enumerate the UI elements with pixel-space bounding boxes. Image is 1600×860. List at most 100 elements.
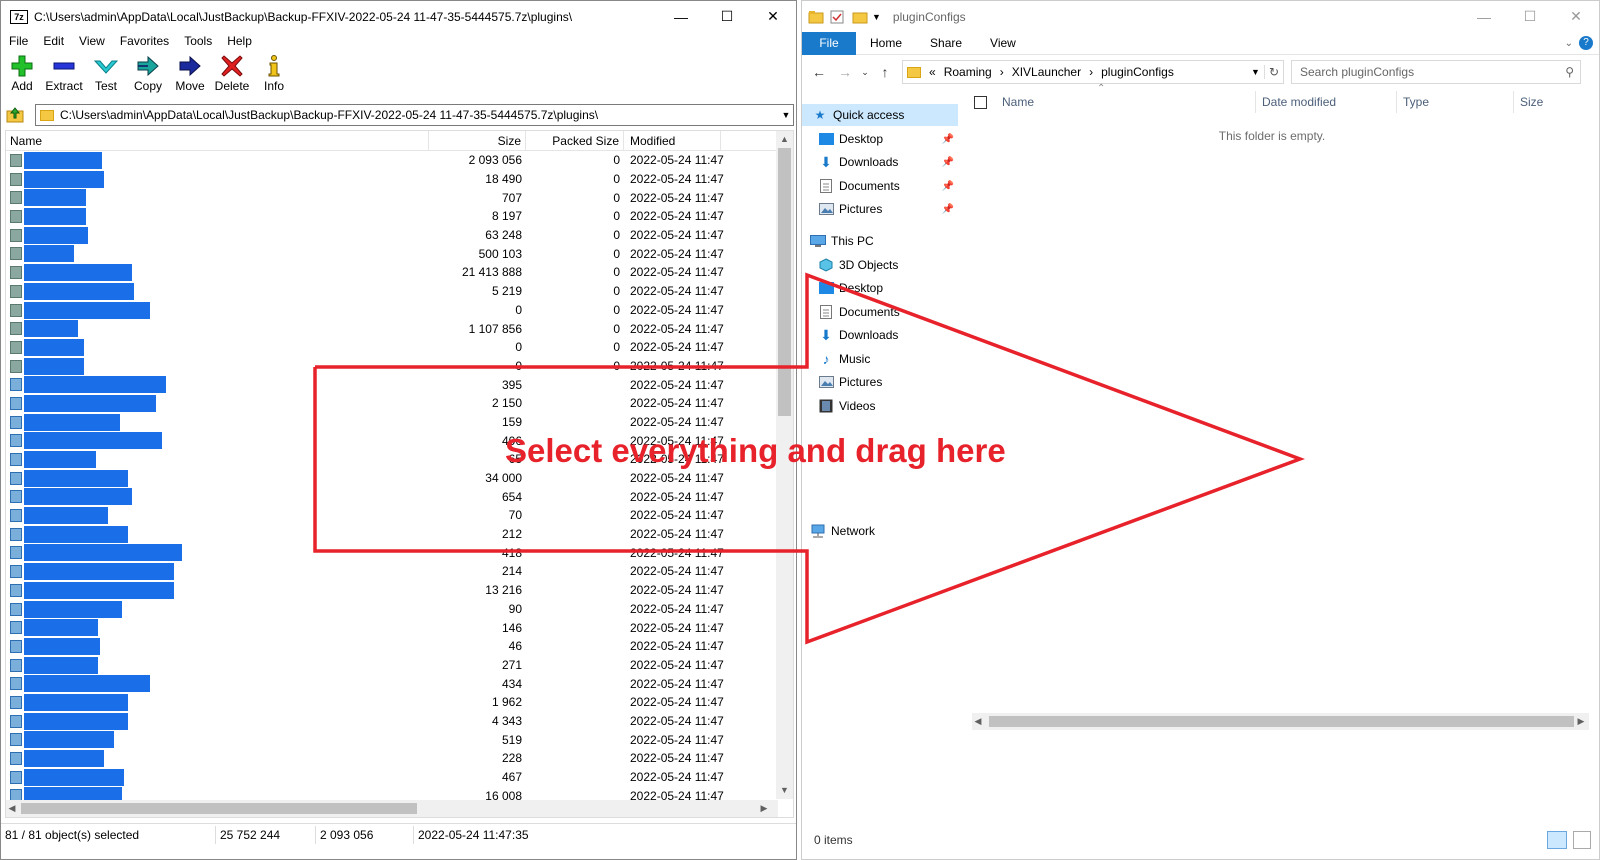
new-folder-icon[interactable] [852,10,868,24]
table-row[interactable]: 214 2022-05-24 11:47 [6,562,766,581]
pin-icon[interactable]: 📌 [942,204,954,215]
column-size[interactable]: Size [429,131,526,150]
scroll-thumb[interactable] [21,803,417,814]
file-list[interactable]: Name Size Packed Size Modified 2 093 056… [5,130,794,818]
recent-locations-icon[interactable]: ⌄ [858,67,872,78]
column-date-modified[interactable]: Date modified [1256,91,1397,113]
tab-home[interactable]: Home [856,36,916,50]
table-row[interactable]: 1 107 856 0 2022-05-24 11:47 [6,319,766,338]
scroll-thumb[interactable] [778,148,791,416]
scroll-right-icon[interactable]: ▶ [758,803,770,814]
delete-button[interactable]: Delete [211,53,253,101]
folder-up-icon[interactable] [5,105,25,125]
minimize-button[interactable]: — [1461,1,1507,32]
back-arrow-icon[interactable]: ← [806,64,832,80]
table-row[interactable]: 707 0 2022-05-24 11:47 [6,188,766,207]
table-row[interactable]: 90 2022-05-24 11:47 [6,600,766,619]
test-button[interactable]: Test [85,53,127,101]
scroll-down-icon[interactable]: ▼ [776,785,793,795]
column-packed-size[interactable]: Packed Size [526,131,624,150]
table-row[interactable]: 1 962 2022-05-24 11:47 [6,693,766,712]
table-row[interactable]: 467 2022-05-24 11:47 [6,768,766,787]
nav-3d-objects[interactable]: 3D Objects [818,254,898,276]
column-type[interactable]: Type [1397,91,1514,113]
nav-downloads[interactable]: ⬇ Downloads [818,324,898,346]
table-row[interactable]: 519 2022-05-24 11:47 [6,730,766,749]
nav-videos[interactable]: Videos [818,395,875,417]
pin-icon[interactable]: 📌 [942,157,954,168]
table-row[interactable]: 0 0 2022-05-24 11:47 [6,357,766,376]
nav-documents[interactable]: Documents [818,301,900,323]
table-row[interactable]: 159 2022-05-24 11:47 [6,413,766,432]
table-row[interactable]: 146 2022-05-24 11:47 [6,618,766,637]
address-field[interactable]: C:\Users\admin\AppData\Local\JustBackup\… [35,104,794,126]
table-row[interactable]: 63 248 0 2022-05-24 11:47 [6,226,766,245]
large-icons-view-icon[interactable] [1573,831,1591,849]
nav-quick-desktop[interactable]: Desktop 📌 [818,128,958,150]
table-row[interactable]: 46 2022-05-24 11:47 [6,637,766,656]
tab-view[interactable]: View [976,36,1030,50]
scroll-up-icon[interactable]: ▲ [776,134,793,144]
chevron-down-icon[interactable]: ⌄ [1565,38,1573,49]
column-modified[interactable]: Modified [624,131,721,150]
tab-share[interactable]: Share [916,36,976,50]
table-row[interactable]: 13 216 2022-05-24 11:47 [6,581,766,600]
table-row[interactable]: 212 2022-05-24 11:47 [6,525,766,544]
nav-network[interactable]: Network [810,520,875,542]
add-button[interactable]: Add [1,53,43,101]
table-row[interactable]: 34 000 2022-05-24 11:47 [6,469,766,488]
chevron-down-icon[interactable]: ▼ [779,110,793,120]
table-row[interactable]: 271 2022-05-24 11:47 [6,656,766,675]
column-name[interactable]: Name [996,91,1256,113]
forward-arrow-icon[interactable]: → [832,64,858,80]
close-button[interactable]: ✕ [750,1,796,32]
table-row[interactable]: 5 219 0 2022-05-24 11:47 [6,282,766,301]
refresh-icon[interactable]: ↻ [1263,65,1283,79]
breadcrumb-pluginconfigs[interactable]: pluginConfigs [1097,65,1178,79]
help-icon[interactable]: ? [1579,36,1593,50]
address-bar[interactable]: « Roaming › XIVLauncher › pluginConfigs … [902,60,1284,84]
close-button[interactable]: ✕ [1553,1,1599,32]
table-row[interactable]: 2 093 056 0 2022-05-24 11:47 [6,151,766,170]
select-all-checkbox[interactable] [972,91,996,113]
chevron-down-icon[interactable]: ▼ [872,12,881,22]
table-row[interactable]: 500 103 0 2022-05-24 11:47 [6,244,766,263]
breadcrumb-roaming[interactable]: Roaming [940,65,996,79]
table-row[interactable]: 70 2022-05-24 11:47 [6,506,766,525]
nav-music[interactable]: ♪ Music [818,348,871,370]
table-row[interactable]: 4 343 2022-05-24 11:47 [6,712,766,731]
nav-quick-downloads[interactable]: ⬇ Downloads 📌 [818,151,958,173]
move-button[interactable]: Move [169,53,211,101]
table-row[interactable]: 395 2022-05-24 11:47 [6,375,766,394]
table-row[interactable]: 434 2022-05-24 11:47 [6,674,766,693]
scroll-left-icon[interactable]: ◀ [6,803,18,814]
maximize-button[interactable]: ☐ [704,1,750,32]
menu-tools[interactable]: Tools [176,32,219,52]
maximize-button[interactable]: ☐ [1507,1,1553,32]
table-row[interactable]: 18 490 0 2022-05-24 11:47 [6,170,766,189]
breadcrumb-overflow[interactable]: « [925,65,940,79]
menu-view[interactable]: View [71,32,112,52]
column-size[interactable]: Size [1514,91,1594,113]
nav-pictures[interactable]: Pictures [818,371,882,393]
properties-icon[interactable] [830,10,846,24]
table-row[interactable]: 21 413 888 0 2022-05-24 11:47 [6,263,766,282]
table-row[interactable]: 418 2022-05-24 11:47 [6,543,766,562]
scroll-left-icon[interactable]: ◀ [972,716,984,727]
nav-quick-access[interactable]: ★ Quick access [802,104,958,126]
table-row[interactable]: 2 150 2022-05-24 11:47 [6,394,766,413]
breadcrumb-separator[interactable]: › [1085,65,1097,79]
breadcrumb-separator[interactable]: › [996,65,1008,79]
breadcrumb-xivlauncher[interactable]: XIVLauncher [1008,65,1085,79]
scroll-right-icon[interactable]: ▶ [1575,716,1587,727]
column-name[interactable]: Name [6,131,429,150]
pin-icon[interactable]: 📌 [942,134,954,145]
table-row[interactable]: 228 2022-05-24 11:47 [6,749,766,768]
table-row[interactable]: 654 2022-05-24 11:47 [6,487,766,506]
copy-button[interactable]: Copy [127,53,169,101]
minimize-button[interactable]: — [658,1,704,32]
nav-quick-pictures[interactable]: Pictures 📌 [818,198,958,220]
pin-icon[interactable]: 📌 [942,181,954,192]
horizontal-scrollbar[interactable]: ◀ ▶ [6,800,778,817]
details-view-icon[interactable] [1547,831,1567,849]
